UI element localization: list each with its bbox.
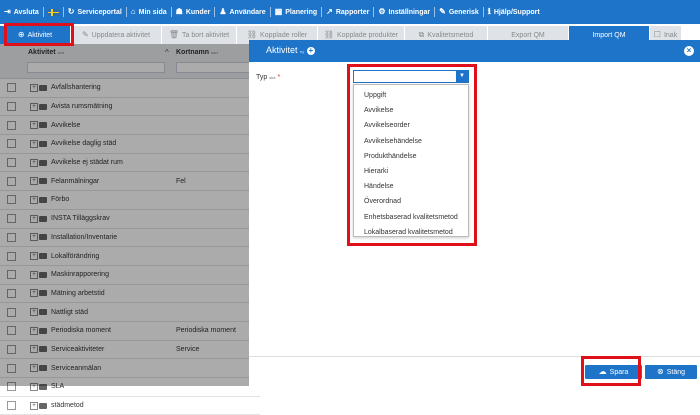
dropdown-option[interactable]: Avvikelse bbox=[354, 103, 468, 118]
chart-icon: ↗ bbox=[326, 7, 333, 16]
dropdown-option[interactable]: Enhetsbaserad kvalitetsmetod bbox=[354, 210, 468, 225]
close-button[interactable]: ⊗ Stäng bbox=[645, 365, 697, 379]
dropdown-option[interactable]: Överordnad bbox=[354, 194, 468, 209]
table-row[interactable]: + städmetod bbox=[0, 397, 260, 415]
nav-item-label: Användare bbox=[229, 8, 266, 16]
nav-item-label: Min sida bbox=[138, 8, 167, 16]
toolbar-button-label: Aktivitet bbox=[27, 31, 53, 39]
type-field-label: Typ ska * bbox=[256, 74, 281, 81]
toolbar-button-label: Kopplade produkter bbox=[337, 31, 399, 39]
copy-icon: ⧉ bbox=[418, 30, 425, 39]
toolbar-button-label: Kopplade roller bbox=[260, 31, 308, 39]
pencil-icon: ✎ bbox=[81, 30, 89, 39]
nav-item-användare[interactable]: ♟ Användare bbox=[215, 0, 269, 24]
service-portal-icon: ↻ bbox=[67, 7, 75, 16]
wrench-icon: ✎ bbox=[439, 7, 446, 16]
toolbar-button-aktivitet[interactable]: ⊕ Aktivitet bbox=[0, 26, 70, 44]
nav-item-kunder[interactable]: ☗ Kunder bbox=[172, 0, 215, 24]
checkbox-icon: ☐ bbox=[653, 30, 661, 39]
nav-item-inställningar[interactable]: ⚙ Inställningar bbox=[374, 0, 434, 24]
swedish-flag-icon bbox=[47, 8, 59, 16]
toolbar-button-label: Kvalitetsmetod bbox=[427, 31, 474, 39]
nav-item-min-sida[interactable]: ⌂ Min sida bbox=[127, 0, 171, 24]
dropdown-option[interactable]: Avvikelseorder bbox=[354, 118, 468, 133]
activity-modal: Aktivitet ny + × Typ ska * ☁ Spara ⊗ Stä… bbox=[249, 40, 700, 387]
modal-header: Aktivitet ny + × bbox=[249, 40, 700, 62]
activity-name: städmetod bbox=[51, 402, 84, 410]
nav-item-hjälp-support[interactable]: ℹ Hjälp/Support bbox=[484, 0, 544, 24]
nav-item-label: Avsluta bbox=[13, 8, 39, 16]
dropdown-option[interactable]: Händelse bbox=[354, 179, 468, 194]
nav-item-label: Generisk bbox=[448, 8, 479, 16]
toolbar-button-uppdatera-aktivitet[interactable]: ✎ Uppdatera aktivitet bbox=[71, 26, 161, 44]
dashboard-icon: ⌂ bbox=[130, 7, 136, 16]
nav-item-label: Planering bbox=[285, 8, 318, 16]
type-dropdown-list: Uppgift Avvikelse Avvikelseorder Avvikelseh… bbox=[353, 84, 469, 237]
dropdown-option[interactable]: Produkthändelse bbox=[354, 149, 468, 164]
nav-item-label: Hjälp/Support bbox=[493, 8, 540, 16]
toolbar-button-label: Inak bbox=[663, 31, 678, 39]
toolbar-button-label: Ta bort aktivitet bbox=[182, 31, 230, 39]
toolbar-button-ta-bort-aktivitet[interactable]: 🗑 Ta bort aktivitet bbox=[162, 26, 236, 44]
cloud-upload-icon: ☁ bbox=[598, 367, 607, 376]
row-checkbox[interactable] bbox=[7, 401, 16, 411]
nav-item-rapporter[interactable]: ↗ Rapporter bbox=[322, 0, 373, 24]
link-icon: ⛓ bbox=[246, 30, 258, 39]
trash-icon: 🗑 bbox=[168, 30, 180, 39]
plus-circle-icon: + bbox=[306, 45, 315, 55]
toolbar-button-label: Export QM bbox=[511, 31, 545, 39]
modal-title: Aktivitet ny + bbox=[266, 45, 315, 55]
user-icon: ♟ bbox=[219, 7, 227, 16]
chevron-down-icon[interactable]: ▼ bbox=[456, 71, 468, 82]
save-button[interactable]: ☁ Spara bbox=[585, 365, 642, 379]
dropdown-option[interactable]: Uppgift bbox=[354, 88, 468, 103]
toolbar-button-label: Import QM bbox=[592, 31, 626, 39]
nav-item-avsluta[interactable]: ⇥ Avsluta bbox=[0, 0, 43, 24]
nav-item-planering[interactable]: ▦ Planering bbox=[271, 0, 321, 24]
nav-item-label: Rapporter bbox=[335, 8, 370, 16]
sign-out-icon: ⇥ bbox=[4, 7, 11, 16]
plus-circle-icon: ⊕ bbox=[17, 30, 25, 39]
top-navigation: ⇥ Avsluta ↻ Serviceportal ⌂ Min sida ☗ Kunder ♟ A… bbox=[0, 0, 700, 24]
calendar-icon: ▦ bbox=[274, 7, 283, 16]
info-icon: ℹ bbox=[487, 7, 491, 16]
link-icon: ⛓ bbox=[323, 30, 335, 39]
folder-icon bbox=[39, 402, 47, 409]
toolbar-button-label: Uppdatera aktivitet bbox=[91, 31, 151, 39]
dropdown-option[interactable]: Lokalbaserad kvalitetsmetod bbox=[354, 225, 468, 240]
dropdown-option[interactable]: Avvikelsehändelse bbox=[354, 134, 468, 149]
nav-item-label: Kunder bbox=[185, 8, 211, 16]
nav-item-language[interactable] bbox=[44, 0, 63, 24]
nav-item-label: Inställningar bbox=[388, 8, 431, 16]
close-icon[interactable]: × bbox=[684, 46, 694, 56]
expand-plus-icon[interactable]: + bbox=[30, 401, 38, 410]
nav-item-label: Serviceportal bbox=[77, 8, 122, 16]
type-select[interactable]: ▼ bbox=[353, 70, 469, 83]
customers-icon: ☗ bbox=[175, 7, 183, 16]
dropdown-option[interactable]: Hierarki bbox=[354, 164, 468, 179]
modal-footer: ☁ Spara ⊗ Stäng bbox=[249, 356, 700, 387]
nav-item-generisk[interactable]: ✎ Generisk bbox=[435, 0, 483, 24]
x-circle-icon: ⊗ bbox=[657, 367, 664, 376]
nav-item-serviceportal[interactable]: ↻ Serviceportal bbox=[64, 0, 126, 24]
cogs-icon: ⚙ bbox=[378, 7, 386, 16]
